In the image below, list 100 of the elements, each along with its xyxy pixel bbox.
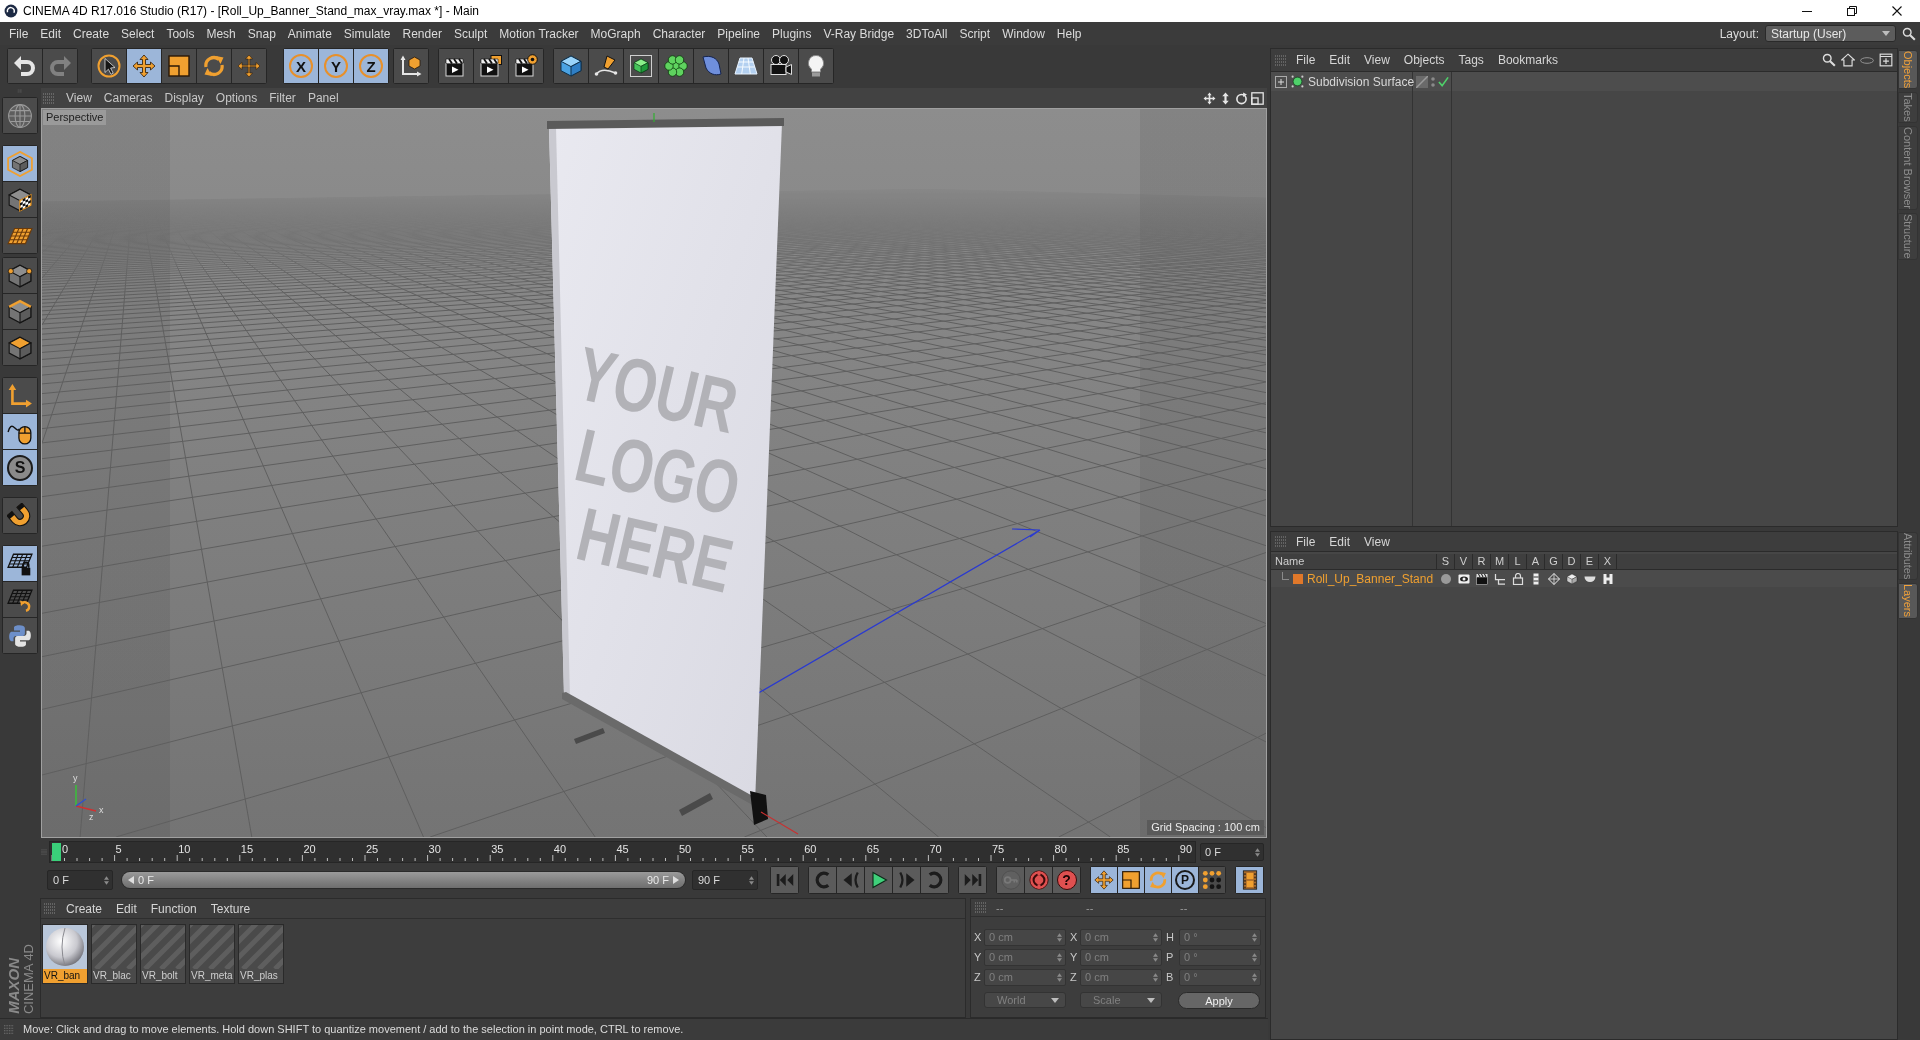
dots-icon[interactable] — [1431, 75, 1435, 88]
right-triangle-icon[interactable] — [673, 876, 679, 884]
mode-button[interactable]: S — [3, 450, 37, 485]
grip-icon[interactable] — [4, 1024, 14, 1035]
menu-item[interactable]: View — [1357, 49, 1397, 71]
menu-item[interactable]: Edit — [1322, 49, 1358, 71]
h-shape-icon[interactable] — [1602, 572, 1614, 585]
menu-item[interactable]: V-Ray Bridge — [817, 22, 901, 45]
slash-square-icon[interactable] — [1416, 75, 1428, 88]
menu-item[interactable]: View — [1357, 532, 1397, 551]
menu-item[interactable]: Animate — [281, 22, 338, 45]
close-icon[interactable] — [1892, 6, 1902, 16]
grip-icon[interactable] — [1275, 54, 1287, 66]
check-icon[interactable] — [1438, 76, 1449, 87]
spinner-icon[interactable] — [749, 875, 754, 885]
menu-item[interactable]: Motion Tracker — [493, 22, 585, 45]
menu-item[interactable]: Objects — [1396, 49, 1452, 71]
menu-item[interactable]: Render — [396, 22, 448, 45]
menu-item[interactable]: Mesh — [200, 22, 242, 45]
menu-item[interactable]: Edit — [34, 22, 68, 45]
column-header[interactable]: M — [1491, 554, 1509, 569]
hierarchy-icon[interactable] — [1494, 572, 1506, 585]
menu-item[interactable]: File — [1289, 49, 1323, 71]
layer-row[interactable]: Roll_Up_Banner_Stand — [1271, 570, 1897, 587]
menu-item[interactable]: Edit — [109, 899, 144, 918]
column-header[interactable]: V — [1455, 554, 1473, 569]
menu-item[interactable]: Bookmarks — [1490, 49, 1565, 71]
plus-box-icon[interactable] — [1879, 53, 1893, 67]
column-header[interactable]: D — [1563, 554, 1581, 569]
menu-item[interactable]: Character — [646, 22, 712, 45]
side-tab[interactable]: Objects — [1898, 50, 1918, 90]
menu-item[interactable]: Window — [996, 22, 1051, 45]
menu-item[interactable]: Plugins — [766, 22, 818, 45]
key-mode-button[interactable]: P — [1172, 867, 1198, 893]
object-row[interactable]: Subdivision Surface — [1271, 72, 1897, 91]
menu-item[interactable]: Display — [158, 88, 210, 108]
menu-item[interactable]: Tools — [160, 22, 201, 45]
circle-icon[interactable] — [1440, 572, 1452, 585]
menu-item[interactable]: Select — [115, 22, 161, 45]
move-arrows-icon[interactable] — [1203, 91, 1216, 105]
menu-item[interactable]: Filter — [263, 88, 302, 108]
clapperboard-icon[interactable] — [1476, 572, 1488, 585]
grip-icon[interactable] — [43, 92, 55, 104]
menu-item[interactable]: Simulate — [337, 22, 397, 45]
search-icon[interactable] — [1902, 26, 1916, 41]
home-icon[interactable] — [1841, 53, 1855, 67]
menu-item[interactable]: File — [3, 22, 35, 45]
frame-field[interactable]: 0 F — [47, 870, 113, 890]
column-header[interactable]: G — [1545, 554, 1563, 569]
menu-item[interactable]: Panel — [301, 88, 345, 108]
eye-icon[interactable] — [1458, 572, 1470, 585]
column-header[interactable]: E — [1581, 554, 1599, 569]
menu-item[interactable]: Function — [143, 899, 204, 918]
menu-item[interactable]: 3DToAll — [900, 22, 954, 45]
column-header[interactable]: Name — [1271, 554, 1437, 569]
menu-item[interactable]: Sculpt — [447, 22, 494, 45]
spinner-icon[interactable] — [1255, 847, 1260, 857]
frame-field[interactable]: 0 F — [1200, 843, 1264, 861]
column-header[interactable]: S — [1437, 554, 1455, 569]
menu-item[interactable]: View — [60, 88, 98, 108]
left-triangle-icon[interactable] — [128, 876, 134, 884]
menu-item[interactable]: Options — [209, 88, 264, 108]
keyframe-button[interactable]: ? — [1053, 867, 1080, 893]
menu-item[interactable]: Edit — [1322, 532, 1358, 551]
restore-icon[interactable] — [1846, 6, 1857, 16]
menu-item[interactable]: Pipeline — [711, 22, 767, 45]
menu-item[interactable]: Cameras — [97, 88, 159, 108]
menu-item[interactable]: Script — [953, 22, 997, 45]
toolbar-button[interactable]: Z — [354, 49, 388, 83]
column-header[interactable]: X — [1599, 554, 1617, 569]
diamond-icon[interactable] — [1548, 572, 1560, 585]
menu-item[interactable]: Tags — [1451, 49, 1491, 71]
menu-item[interactable]: Snap — [241, 22, 282, 45]
column-header[interactable]: R — [1473, 554, 1491, 569]
orbit-icon[interactable] — [1235, 91, 1248, 105]
grip-icon[interactable] — [44, 903, 56, 914]
column-header[interactable]: A — [1527, 554, 1545, 569]
maximize-icon[interactable] — [1251, 91, 1264, 105]
material-tile[interactable]: VR_bolt — [140, 924, 186, 984]
grip-icon[interactable] — [1275, 536, 1287, 547]
column-header[interactable]: L — [1509, 554, 1527, 569]
grip-icon[interactable] — [975, 902, 987, 913]
material-tile[interactable]: VR_ban — [42, 924, 88, 984]
menu-item[interactable]: Create — [67, 22, 116, 45]
material-tile[interactable]: VR_meta — [189, 924, 235, 984]
menu-item[interactable]: Texture — [203, 899, 258, 918]
search-icon[interactable] — [1822, 53, 1836, 67]
lock-icon[interactable] — [1512, 572, 1524, 585]
toolbar-button[interactable]: Y — [319, 49, 353, 83]
material-sphere-icon[interactable] — [43, 925, 87, 969]
playhead-handle[interactable] — [51, 843, 61, 861]
toolbar-button[interactable]: X — [284, 49, 318, 83]
menu-item[interactable]: Create — [59, 899, 110, 918]
spinner-icon[interactable] — [104, 875, 109, 885]
tree-toggle-icon[interactable] — [1275, 75, 1287, 88]
minimize-icon[interactable] — [1801, 10, 1812, 12]
timeline-ruler[interactable]: 0 5 10 15 20 25 30 35 40 45 50 55 60 65 70 75 80 85 90 — [49, 841, 1196, 863]
menu-item[interactable]: MoGraph — [584, 22, 647, 45]
menu-item[interactable]: Help — [1050, 22, 1088, 45]
cube-icon[interactable] — [1566, 572, 1578, 585]
